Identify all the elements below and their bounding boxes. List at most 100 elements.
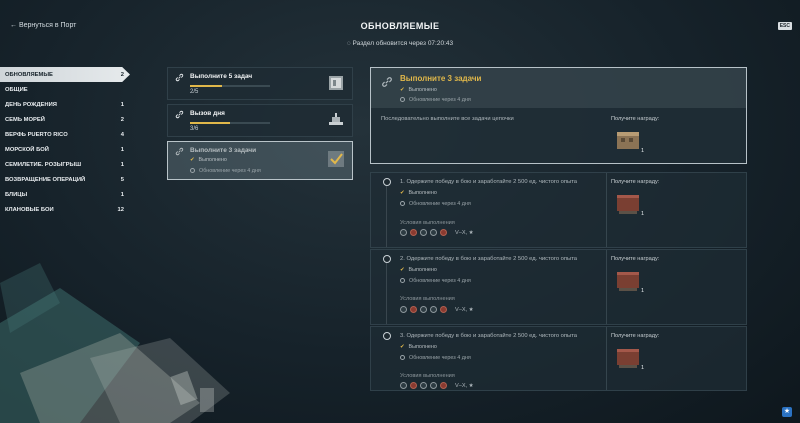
step-completed-text: Выполнено bbox=[408, 267, 437, 273]
sidebar-item-seven-seas[interactable]: СЕМЬ МОРЕЙ 2 bbox=[0, 112, 130, 127]
detail-completed-text: Выполнено bbox=[408, 87, 437, 93]
task-update-timer: Обновление через 4 дня bbox=[190, 168, 261, 174]
sidebar-item-label: ВЕРФЬ PUERTO RICO bbox=[5, 131, 68, 138]
clock-icon bbox=[400, 97, 405, 102]
sidebar-item-label: ДЕНЬ РОЖДЕНИЯ bbox=[5, 101, 57, 108]
ship-type-icon bbox=[410, 229, 417, 236]
sidebar-item-count: 1 bbox=[120, 161, 124, 168]
step-completed-status: ✔ Выполнено bbox=[400, 267, 437, 273]
sidebar-item-count: 5 bbox=[120, 176, 124, 183]
ship-type-icon bbox=[410, 306, 417, 313]
chain-link-icon bbox=[175, 73, 184, 82]
detail-update-text: Обновление через 4 дня bbox=[409, 97, 471, 103]
ship-type-icons: V–X, ★ bbox=[400, 229, 474, 236]
tier-range: V–X, ★ bbox=[455, 382, 474, 389]
sidebar-item-anniversary-giveaway[interactable]: СЕМИЛЕТИЕ. РОЗЫГРЫШ 1 bbox=[0, 157, 130, 172]
container-reward-icon[interactable] bbox=[615, 190, 641, 216]
reward-label: Получите награду: bbox=[611, 116, 660, 122]
task-title: Вызов дня bbox=[190, 110, 225, 117]
sidebar-item-operations-return[interactable]: ВОЗВРАЩЕНИЕ ОПЕРАЦИЙ 5 bbox=[0, 172, 130, 187]
step-divider bbox=[606, 250, 607, 324]
checkmark-icon: ✔ bbox=[400, 344, 405, 350]
task-detail-description: Последовательно выполните все задачи цеп… bbox=[381, 116, 514, 122]
task-completed-text: Выполнено bbox=[198, 157, 227, 163]
sidebar-item-count: 1 bbox=[120, 191, 124, 198]
checkmark-icon: ✔ bbox=[400, 267, 405, 273]
completed-check-icon bbox=[328, 151, 344, 167]
task-card-5-tasks[interactable]: Выполните 5 задач 2/5 bbox=[167, 67, 353, 100]
sidebar-item-label: ВОЗВРАЩЕНИЕ ОПЕРАЦИЙ bbox=[5, 176, 86, 183]
task-chain-list: 1. Одержите победу в бою и заработайте 2… bbox=[370, 172, 747, 391]
chain-step-1[interactable]: 1. Одержите победу в бою и заработайте 2… bbox=[370, 172, 747, 248]
task-progress-bar bbox=[190, 122, 270, 124]
ship-type-icon bbox=[430, 306, 437, 313]
sidebar-item-count: 1 bbox=[120, 146, 124, 153]
chain-step-2[interactable]: 2. Одержите победу в бою и заработайте 2… bbox=[370, 249, 747, 325]
task-detail-panel: Выполните 3 задачи ✔ Выполнено Обновление… bbox=[370, 67, 747, 164]
sidebar-item-label: БЛИЦЫ bbox=[5, 191, 28, 198]
sidebar-item-naval-battle[interactable]: МОРСКОЙ БОЙ 1 bbox=[0, 142, 130, 157]
conditions-label: Условия выполнения bbox=[400, 373, 455, 379]
container-reward-icon[interactable] bbox=[615, 267, 641, 293]
step-node-icon bbox=[383, 178, 391, 186]
step-update-timer: Обновление через 4 дня bbox=[400, 201, 471, 207]
sidebar-item-label: СЕМЬ МОРЕЙ bbox=[5, 116, 45, 123]
sidebar-item-shipyard[interactable]: ВЕРФЬ PUERTO RICO 4 bbox=[0, 127, 130, 142]
reward-quantity: 1 bbox=[641, 365, 645, 371]
detail-completed-status: ✔ Выполнено bbox=[400, 87, 437, 93]
page-title: ОБНОВЛЯЕМЫЕ bbox=[360, 21, 440, 31]
ship-type-icon bbox=[410, 382, 417, 389]
step-divider bbox=[606, 327, 607, 390]
reward-label: Получите награду: bbox=[611, 333, 660, 339]
step-completed-text: Выполнено bbox=[408, 344, 437, 350]
task-title: Выполните 3 задачи bbox=[190, 147, 257, 154]
detail-update-timer: Обновление через 4 дня bbox=[400, 97, 471, 103]
step-title: 3. Одержите победу в бою и заработайте 2… bbox=[400, 333, 578, 339]
sidebar-item-count: 2 bbox=[120, 71, 124, 78]
sidebar-item-blitz[interactable]: БЛИЦЫ 1 bbox=[0, 187, 130, 202]
ship-type-icon bbox=[430, 229, 437, 236]
sidebar-item-count: 4 bbox=[120, 131, 124, 138]
step-update-timer: Обновление через 4 дня bbox=[400, 278, 471, 284]
clock-icon bbox=[190, 168, 195, 173]
chain-step-3[interactable]: 3. Одержите победу в бою и заработайте 2… bbox=[370, 326, 747, 391]
sidebar-item-updatable[interactable]: ОБНОВЛЯЕМЫЕ 2 bbox=[0, 67, 130, 82]
task-card-daily-challenge[interactable]: Вызов дня 3/6 bbox=[167, 104, 353, 137]
sidebar-item-label: СЕМИЛЕТИЕ. РОЗЫГРЫШ bbox=[5, 161, 82, 168]
background-desk-art bbox=[0, 263, 230, 423]
task-card-3-tasks-selected[interactable]: Выполните 3 задачи ✔ Выполнено Обновление… bbox=[167, 141, 353, 180]
reward-quantity: 1 bbox=[641, 148, 645, 154]
task-completed-status: ✔ Выполнено bbox=[190, 157, 227, 163]
refresh-timer-text: Раздел обновится через 07:20:43 bbox=[352, 40, 454, 47]
ship-type-icon bbox=[440, 229, 447, 236]
step-title: 1. Одержите победу в бою и заработайте 2… bbox=[400, 179, 578, 185]
tier-range: V–X, ★ bbox=[455, 306, 474, 313]
sidebar-item-birthday[interactable]: ДЕНЬ РОЖДЕНИЯ 1 bbox=[0, 97, 130, 112]
ship-type-icon bbox=[440, 306, 447, 313]
sidebar-item-count: 2 bbox=[120, 116, 124, 123]
sidebar-item-label: ОБЩИЕ bbox=[5, 86, 28, 93]
container-reward-icon[interactable] bbox=[615, 344, 641, 370]
step-completed-text: Выполнено bbox=[408, 190, 437, 196]
checkmark-icon: ✔ bbox=[400, 87, 405, 93]
star-menu-icon[interactable]: ★ bbox=[782, 407, 792, 417]
esc-close-button[interactable]: ESC bbox=[777, 22, 792, 30]
step-completed-status: ✔ Выполнено bbox=[400, 344, 437, 350]
crate-reward-icon[interactable] bbox=[615, 126, 641, 152]
sidebar-item-general[interactable]: ОБЩИЕ bbox=[0, 82, 130, 97]
task-progress-text: 3/6 bbox=[190, 126, 199, 132]
chain-link-icon bbox=[175, 110, 184, 119]
reward-quantity: 1 bbox=[641, 288, 645, 294]
category-sidebar: ОБНОВЛЯЕМЫЕ 2 ОБЩИЕ ДЕНЬ РОЖДЕНИЯ 1 СЕМЬ М… bbox=[0, 67, 130, 217]
checkmark-icon: ✔ bbox=[190, 157, 195, 163]
chain-link-icon bbox=[175, 147, 184, 156]
clock-icon bbox=[400, 355, 405, 360]
ship-type-icon bbox=[400, 229, 407, 236]
ship-type-icon bbox=[440, 382, 447, 389]
reward-label: Получите награду: bbox=[611, 256, 660, 262]
ship-type-icon bbox=[400, 382, 407, 389]
sidebar-item-clan-battles[interactable]: КЛАНОВЫЕ БОИ 12 bbox=[0, 202, 130, 217]
chain-link-icon bbox=[382, 77, 392, 87]
task-update-text: Обновление через 4 дня bbox=[199, 168, 261, 174]
sidebar-item-count: 12 bbox=[117, 206, 124, 213]
